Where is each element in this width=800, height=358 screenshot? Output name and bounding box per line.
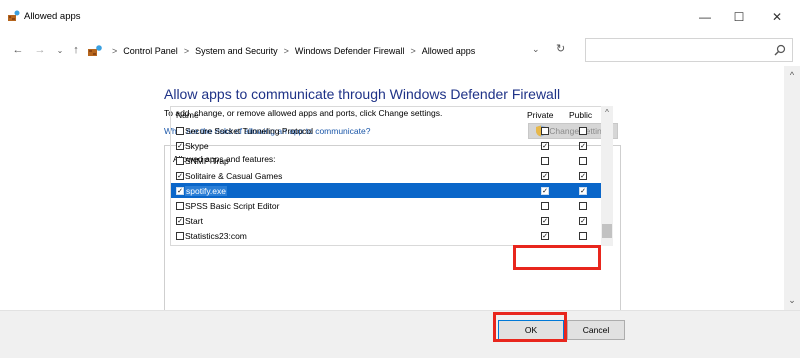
app-name: Statistics23:com [185,230,247,241]
public-network-checkbox[interactable] [579,231,587,240]
app-enabled-checkbox[interactable]: ✓ [176,216,184,225]
public-network-checkbox[interactable]: ✓ [579,186,587,195]
address-bar[interactable]: > Control Panel > System and Security > … [88,41,578,61]
firewall-app-icon [8,10,20,21]
address-dropdown-button[interactable]: ⌄ [532,44,540,55]
private-network-checkbox[interactable]: ✓ [541,171,549,180]
recent-locations-button[interactable]: ⌄ [52,42,68,58]
app-name: Secure Socket Tunneling Protocol [185,125,314,136]
breadcrumb-separator: > [283,46,289,56]
public-network-checkbox[interactable]: ✓ [579,216,587,225]
control-panel-icon [88,45,102,56]
public-network-checkbox[interactable] [579,201,587,210]
private-network-checkbox[interactable] [541,201,549,210]
refresh-button[interactable]: ↻ [556,42,565,55]
highlight-spotify-checkboxes [513,245,601,270]
page-scroll-down-icon[interactable]: ⌄ [784,295,800,306]
breadcrumb-windows-defender-firewall[interactable]: Windows Defender Firewall [295,46,405,56]
forward-button[interactable]: → [32,42,48,58]
app-enabled-checkbox[interactable] [176,231,184,240]
list-item[interactable]: Secure Socket Tunneling Protocol [171,123,601,138]
back-button[interactable]: ← [10,42,26,58]
app-enabled-checkbox[interactable] [176,156,184,165]
cancel-button[interactable]: Cancel [567,320,625,340]
app-enabled-checkbox[interactable]: ✓ [176,141,184,150]
column-header-public[interactable]: Public [569,110,592,120]
search-icon [774,44,786,56]
scroll-up-arrow-icon[interactable]: ^ [601,108,613,117]
app-name: Solitaire & Casual Games [185,170,283,181]
dialog-button-bar: OK Cancel [0,310,800,358]
app-name: Skype [185,140,209,151]
list-item[interactable]: Statistics23:com ✓ [171,228,601,243]
list-item[interactable]: SPSS Basic Script Editor [171,198,601,213]
private-network-checkbox[interactable]: ✓ [541,186,549,195]
column-header-name[interactable]: Name [176,110,199,120]
app-name: Start [185,215,203,226]
list-item[interactable]: SNMP Trap [171,153,601,168]
list-item[interactable]: ✓ Solitaire & Casual Games ✓ ✓ [171,168,601,183]
app-enabled-checkbox[interactable] [176,201,184,210]
app-enabled-checkbox[interactable]: ✓ [176,186,184,195]
breadcrumb-separator: > [112,46,118,56]
allowed-apps-list[interactable]: Name Private Public Secure Socket Tunnel… [170,106,613,246]
public-network-checkbox[interactable]: ✓ [579,171,587,180]
private-network-checkbox[interactable]: ✓ [541,231,549,240]
column-header-private[interactable]: Private [527,110,553,120]
app-name: spotify.exe [185,185,228,196]
list-header: Name Private Public [171,107,601,123]
breadcrumb-system-and-security[interactable]: System and Security [195,46,278,56]
private-network-checkbox[interactable]: ✓ [541,141,549,150]
close-button[interactable]: ✕ [762,8,792,26]
public-network-checkbox[interactable] [579,126,587,135]
app-name: SNMP Trap [185,155,229,166]
page-scrollbar[interactable]: ^ ⌄ [784,66,800,310]
list-scroll-thumb[interactable] [602,224,612,238]
list-item[interactable]: ✓ Skype ✓ ✓ [171,138,601,153]
app-enabled-checkbox[interactable] [176,126,184,135]
private-network-checkbox[interactable] [541,156,549,165]
title-bar: Allowed apps — ☐ ✕ [0,0,800,34]
maximize-button[interactable]: ☐ [724,8,754,26]
breadcrumb-separator: > [183,46,190,56]
private-network-checkbox[interactable] [541,126,549,135]
breadcrumb-allowed-apps[interactable]: Allowed apps [422,46,476,56]
list-scrollbar[interactable]: ^ [601,106,613,246]
page-scroll-up-icon[interactable]: ^ [784,70,800,80]
breadcrumb-separator: > [410,46,416,56]
search-input[interactable] [585,38,793,62]
list-item[interactable]: ✓ Start ✓ ✓ [171,213,601,228]
list-item[interactable]: ✓ spotify.exe ✓ ✓ [171,183,601,198]
page-title: Allow apps to communicate through Window… [164,86,561,102]
highlight-ok-button [493,312,567,342]
public-network-checkbox[interactable]: ✓ [579,141,587,150]
breadcrumb-control-panel[interactable]: Control Panel [123,46,178,56]
app-enabled-checkbox[interactable]: ✓ [176,171,184,180]
public-network-checkbox[interactable] [579,156,587,165]
window-title: Allowed apps [24,11,81,22]
app-name: SPSS Basic Script Editor [185,200,280,211]
up-button[interactable]: ↑ [68,42,84,58]
private-network-checkbox[interactable]: ✓ [541,216,549,225]
minimize-button[interactable]: — [690,8,720,26]
